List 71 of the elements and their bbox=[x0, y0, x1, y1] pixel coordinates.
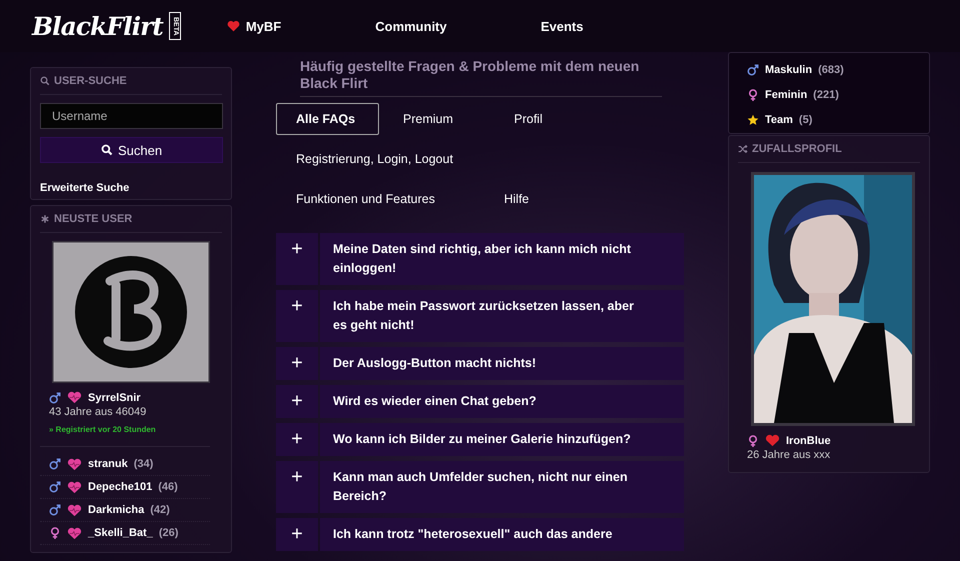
gender-icon bbox=[49, 458, 61, 470]
gender-icon bbox=[747, 64, 759, 76]
asterisk-icon bbox=[40, 214, 50, 224]
shuffle-icon bbox=[738, 144, 748, 154]
faq-question[interactable]: Meine Daten sind richtig, aber ich kann mich nicht einloggen! bbox=[320, 233, 684, 285]
expand-button[interactable]: + bbox=[276, 385, 318, 418]
panel-title: ZUFALLSPROFIL bbox=[752, 143, 842, 155]
user-age: (42) bbox=[150, 504, 170, 516]
member-count: (5) bbox=[798, 114, 812, 126]
user-name[interactable]: SyrrelSnir bbox=[88, 392, 141, 404]
faq-question[interactable]: Kann man auch Umfelder suchen, nicht nur einen Bereich? bbox=[320, 461, 684, 513]
gender-filter-link[interactable]: Team bbox=[765, 114, 793, 126]
heart-pulse-icon bbox=[67, 458, 82, 470]
user-name[interactable]: Darkmicha bbox=[88, 504, 144, 516]
gender-icon bbox=[747, 88, 759, 100]
user-name[interactable]: Depeche101 bbox=[88, 481, 152, 493]
user-age: (26) bbox=[158, 527, 178, 539]
expand-button[interactable]: + bbox=[276, 233, 318, 285]
member-count: (221) bbox=[813, 88, 839, 100]
heart-icon bbox=[226, 20, 240, 32]
gender-icon bbox=[49, 481, 61, 493]
faq-tab[interactable]: Funktionen und Features bbox=[276, 183, 484, 215]
user-age: (46) bbox=[158, 481, 178, 493]
heart-pulse-icon bbox=[67, 526, 82, 540]
gender-icon bbox=[747, 434, 759, 446]
faq-tab[interactable]: Registrierung, Login, Logout bbox=[276, 143, 576, 175]
user-name[interactable]: stranuk bbox=[88, 458, 128, 470]
nav-link[interactable]: MyBF bbox=[226, 18, 282, 34]
panel-title: NEUSTE USER bbox=[54, 213, 132, 225]
faq-question[interactable]: Ich habe mein Passwort zurücksetzen lassen, aber es geht nicht! bbox=[320, 290, 684, 342]
expand-button[interactable]: + bbox=[276, 461, 318, 513]
faq-question[interactable]: Wird es wieder einen Chat geben? bbox=[320, 385, 684, 418]
gender-filter-link[interactable]: Maskulin bbox=[765, 64, 812, 76]
registered-note: » Registriert vor 20 Stunden bbox=[40, 425, 210, 447]
user-name[interactable]: IronBlue bbox=[786, 434, 831, 446]
gender-icon bbox=[49, 527, 61, 539]
faq-tab[interactable]: Hilfe bbox=[484, 183, 564, 215]
user-name[interactable]: _Skelli_Bat_ bbox=[88, 527, 153, 539]
heart-icon bbox=[765, 434, 780, 447]
advanced-search-link[interactable]: Erweiterte Suche bbox=[40, 182, 130, 194]
faq-question[interactable]: Wo kann ich Bilder zu meiner Galerie hinzufügen? bbox=[320, 423, 684, 456]
search-icon bbox=[100, 144, 113, 156]
faq-question[interactable]: Ich kann trotz "heterosexuell" auch das andere bbox=[320, 518, 684, 551]
star-icon bbox=[747, 114, 759, 126]
heart-pulse-icon bbox=[67, 504, 82, 516]
faq-tab[interactable]: Premium bbox=[379, 103, 497, 135]
expand-button[interactable]: + bbox=[276, 347, 318, 380]
gender-icon bbox=[49, 504, 61, 516]
faq-question[interactable]: Der Auslogg-Button macht nichts! bbox=[320, 347, 684, 380]
page-title: Häufig gestellte Fragen & Probleme mit dem neuen Black Flirt bbox=[300, 58, 662, 97]
search-button[interactable]: Suchen bbox=[40, 137, 223, 163]
gender-filter-link[interactable]: Feminin bbox=[765, 88, 808, 100]
expand-button[interactable]: + bbox=[276, 423, 318, 456]
expand-button[interactable]: + bbox=[276, 518, 318, 551]
username-field[interactable]: Username bbox=[40, 103, 223, 129]
heart-pulse-icon bbox=[67, 391, 82, 404]
expand-button[interactable]: + bbox=[276, 290, 318, 342]
panel-title: USER-SUCHE bbox=[54, 75, 127, 87]
nav-link[interactable]: Events bbox=[540, 18, 584, 34]
faq-tab[interactable]: Profil bbox=[497, 103, 567, 135]
logo-avatar[interactable] bbox=[52, 241, 210, 383]
logo[interactable]: BlackFlirt bbox=[32, 12, 163, 40]
gender-icon bbox=[49, 392, 61, 404]
user-age: (34) bbox=[134, 458, 154, 470]
member-count: (683) bbox=[818, 64, 844, 76]
faq-tab[interactable]: Alle FAQs bbox=[276, 103, 379, 135]
search-icon bbox=[40, 76, 50, 86]
user-info: 43 Jahre aus 46049 bbox=[48, 406, 148, 418]
heart-pulse-icon bbox=[67, 480, 82, 494]
nav-link[interactable]: Community bbox=[375, 18, 447, 34]
user-info: 26 Jahre aus xxx bbox=[746, 449, 832, 461]
